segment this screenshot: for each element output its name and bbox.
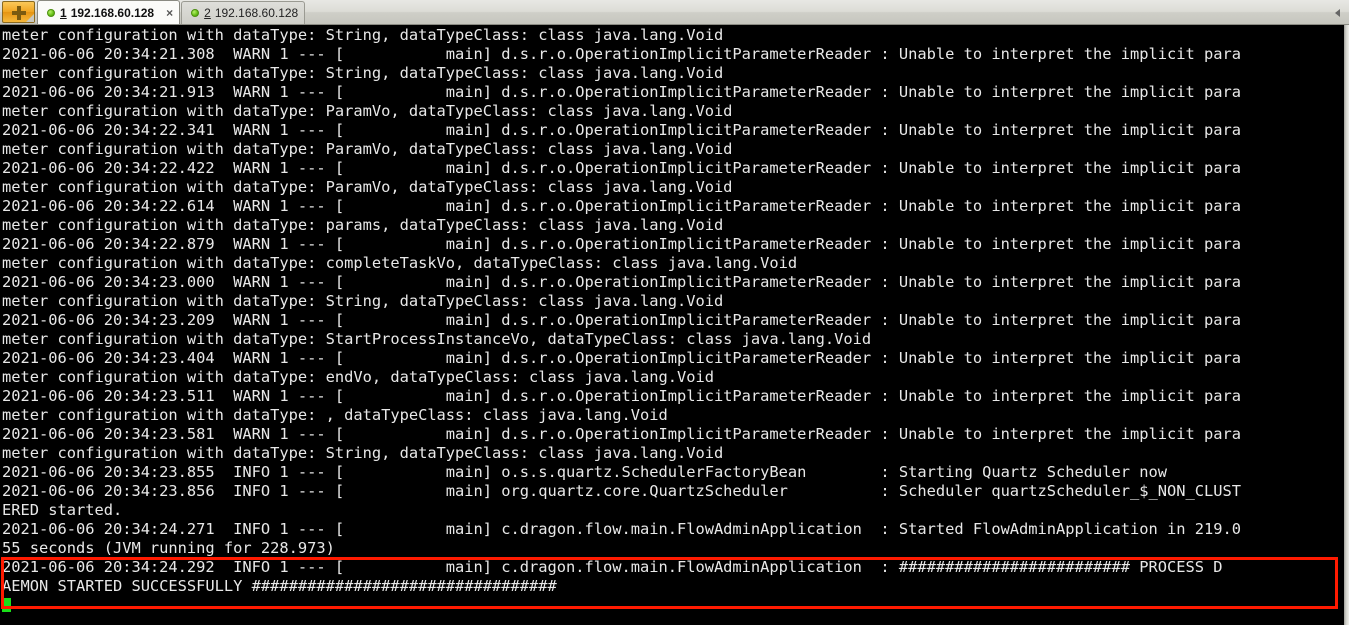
terminal-line: 2021-06-06 20:34:22.879 WARN 1 --- [ mai… xyxy=(2,235,1241,253)
terminal-line: 2021-06-06 20:34:23.511 WARN 1 --- [ mai… xyxy=(2,387,1241,405)
chevron-left-icon xyxy=(1334,8,1340,17)
terminal-line: meter configuration with dataType: Strin… xyxy=(2,444,724,462)
tab-title-1: 192.168.60.128 xyxy=(70,5,155,20)
terminal-cursor-row xyxy=(2,596,1241,615)
terminal-line: 2021-06-06 20:34:24.271 INFO 1 --- [ mai… xyxy=(2,520,1241,538)
tab-title-2: 192.168.60.128 xyxy=(214,6,299,20)
plus-icon-vertical xyxy=(17,6,21,20)
close-icon[interactable]: × xyxy=(166,7,173,19)
tab-bar-spacer xyxy=(306,23,1329,24)
terminal-line: meter configuration with dataType: param… xyxy=(2,216,724,234)
connection-status-dot-2 xyxy=(191,9,200,17)
terminal-line: 2021-06-06 20:34:22.341 WARN 1 --- [ mai… xyxy=(2,121,1241,139)
terminal-line: meter configuration with dataType: Strin… xyxy=(2,64,724,82)
tab-session-2[interactable]: 2 192.168.60.128 xyxy=(181,1,306,24)
terminal-screen: meter configuration with dataType: Strin… xyxy=(2,26,1241,615)
terminal-line: ERED started. xyxy=(2,501,123,519)
terminal-line: 2021-06-06 20:34:23.856 INFO 1 --- [ mai… xyxy=(2,482,1241,500)
tab-session-1[interactable]: 1 192.168.60.128 × xyxy=(37,0,181,24)
terminal-line: meter configuration with dataType: Param… xyxy=(2,102,733,120)
terminal-line: meter configuration with dataType: compl… xyxy=(2,254,798,272)
terminal-line: meter configuration with dataType: Param… xyxy=(2,140,733,158)
terminal-line: 2021-06-06 20:34:21.308 WARN 1 --- [ mai… xyxy=(2,45,1241,63)
terminal-line: meter configuration with dataType: Strin… xyxy=(2,292,724,310)
terminal-line: 55 seconds (JVM running for 228.973) xyxy=(2,539,335,557)
tab-index-1: 1 xyxy=(60,5,67,20)
terminal-line: 2021-06-06 20:34:22.422 WARN 1 --- [ mai… xyxy=(2,159,1241,177)
terminal-line: 2021-06-06 20:34:23.581 WARN 1 --- [ mai… xyxy=(2,425,1241,443)
terminal-output-pane[interactable]: meter configuration with dataType: Strin… xyxy=(0,25,1345,625)
terminal-line: meter configuration with dataType: , dat… xyxy=(2,406,668,424)
terminal-line: meter configuration with dataType: Param… xyxy=(2,178,733,196)
tab-index-2: 2 xyxy=(204,6,211,20)
button-fold-corner xyxy=(26,14,34,22)
terminal-line: AEMON STARTED SUCCESSFULLY #############… xyxy=(2,577,557,595)
terminal-line: 2021-06-06 20:34:23.404 WARN 1 --- [ mai… xyxy=(2,349,1241,367)
tab-overflow-button[interactable] xyxy=(1329,1,1345,24)
terminal-line: 2021-06-06 20:34:23.000 WARN 1 --- [ mai… xyxy=(2,273,1241,291)
tab-bar: 1 192.168.60.128 × 2 192.168.60.128 xyxy=(0,0,1349,25)
terminal-line: meter configuration with dataType: Start… xyxy=(2,330,872,348)
terminal-scrollbar[interactable] xyxy=(1344,25,1349,625)
connection-status-dot-1 xyxy=(47,8,55,17)
terminal-line: 2021-06-06 20:34:22.614 WARN 1 --- [ mai… xyxy=(2,197,1241,215)
terminal-window: 1 192.168.60.128 × 2 192.168.60.128 mete… xyxy=(0,0,1349,625)
terminal-line: 2021-06-06 20:34:24.292 INFO 1 --- [ mai… xyxy=(2,558,1223,576)
terminal-line: meter configuration with dataType: endVo… xyxy=(2,368,714,386)
new-tab-button[interactable] xyxy=(2,1,35,23)
terminal-cursor xyxy=(2,598,11,612)
terminal-line: 2021-06-06 20:34:23.209 WARN 1 --- [ mai… xyxy=(2,311,1241,329)
terminal-line: 2021-06-06 20:34:21.913 WARN 1 --- [ mai… xyxy=(2,83,1241,101)
terminal-line: 2021-06-06 20:34:23.855 INFO 1 --- [ mai… xyxy=(2,463,1167,481)
terminal-line: meter configuration with dataType: Strin… xyxy=(2,26,724,44)
